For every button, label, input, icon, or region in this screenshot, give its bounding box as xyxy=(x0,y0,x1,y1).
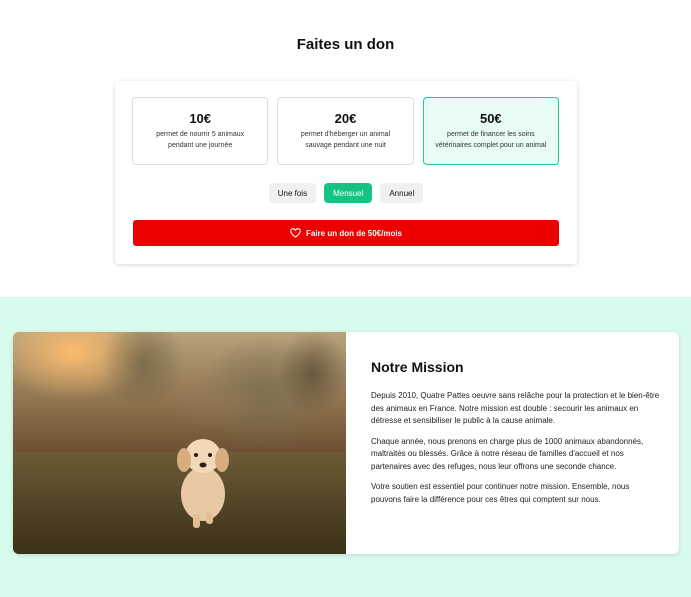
amount-description: permet de nourrir 5 animaux pendant une … xyxy=(156,131,245,149)
mission-card: Notre Mission Depuis 2010, Quatre Pattes… xyxy=(13,332,679,554)
mission-paragraph: Depuis 2010, Quatre Pattes oeuvre sans r… xyxy=(371,391,660,425)
amount-options: 10€ permet de nourrir 5 animaux pendant … xyxy=(132,97,559,165)
puppy-figure xyxy=(177,439,229,528)
amount-value: 20€ xyxy=(334,111,357,126)
donation-section: Faites un don 10€ permet de nourrir 5 an… xyxy=(0,0,691,297)
donation-card: 10€ permet de nourrir 5 animaux pendant … xyxy=(115,81,577,264)
amount-value: 50€ xyxy=(479,111,502,126)
frequency-once-button[interactable]: Une fois xyxy=(268,183,317,203)
amount-option-20[interactable]: 20€ permet d'héberger un animal sauvage … xyxy=(277,97,414,165)
puppy-photo xyxy=(13,332,346,554)
heart-icon xyxy=(290,228,301,238)
amount-option-50[interactable]: 50€ permet de financer les soins vétérin… xyxy=(422,97,559,165)
donate-button[interactable]: Faire un don de 50€/mois xyxy=(133,220,559,246)
amount-description: permet d'héberger un animal sauvage pend… xyxy=(300,131,391,149)
frequency-selector: Une fois Mensuel Annuel xyxy=(115,183,577,203)
mission-paragraph: Chaque année, nous prenons en charge plu… xyxy=(371,436,644,471)
amount-value: 10€ xyxy=(189,111,212,126)
mission-content: Notre Mission Depuis 2010, Quatre Pattes… xyxy=(371,359,661,514)
page-title: Faites un don xyxy=(296,36,395,53)
frequency-yearly-button[interactable]: Annuel xyxy=(380,183,424,203)
mission-title: Notre Mission xyxy=(371,359,464,375)
frequency-monthly-button[interactable]: Mensuel xyxy=(324,183,373,203)
amount-option-10[interactable]: 10€ permet de nourrir 5 animaux pendant … xyxy=(132,97,269,165)
mission-paragraph: Votre soutien est essentiel pour continu… xyxy=(371,482,630,504)
amount-description: permet de financer les soins vétérinaire… xyxy=(435,131,547,149)
mission-section: Notre Mission Depuis 2010, Quatre Pattes… xyxy=(0,297,691,597)
donate-button-label: Faire un don de 50€/mois xyxy=(305,228,403,238)
